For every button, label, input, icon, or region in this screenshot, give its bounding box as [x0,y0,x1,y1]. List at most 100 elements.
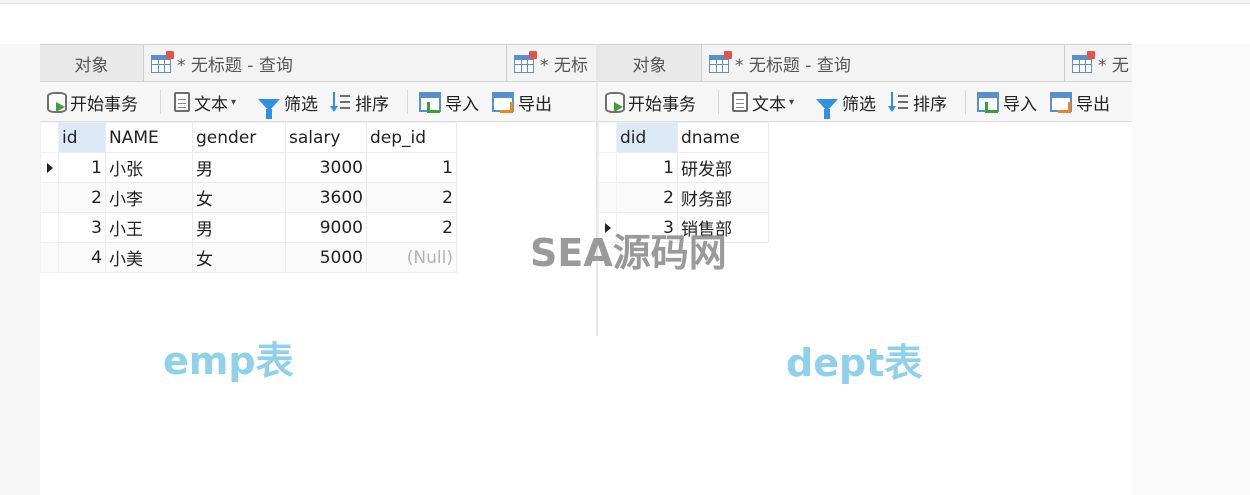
emp-toolbar: 开始事务 文本 ▾ 筛选 排序 导入 导出 [40,82,596,122]
filter-icon [258,99,280,119]
table-header-row: did dname [598,122,769,153]
export-label: 导出 [518,94,552,115]
export-button[interactable]: 导出 [492,82,552,121]
filter-button[interactable]: 筛选 [816,82,876,121]
dept-tab-query-label: * 无标题 - 查询 [735,56,851,76]
row-indicator[interactable] [40,152,59,183]
table-cell[interactable]: 财务部 [677,182,769,213]
table-cell[interactable]: 1 [366,152,457,183]
begin-transaction-label: 开始事务 [70,94,138,115]
table-cell[interactable]: 5000 [285,242,367,273]
filter-label: 筛选 [842,94,876,115]
export-label: 导出 [1076,94,1110,115]
table-row[interactable]: 2 小李 女 3600 2 [40,182,457,213]
emp-tab-objects[interactable]: 对象 [40,45,144,81]
table-cell[interactable]: 小美 [105,242,193,273]
table-row[interactable]: 2 财务部 [598,182,769,213]
query-table-icon [151,50,174,73]
import-icon [977,92,999,113]
import-button[interactable]: 导入 [419,82,479,121]
dept-table-caption: dept表 [786,341,923,385]
table-cell[interactable]: 9000 [285,212,367,243]
column-header-name[interactable]: NAME [105,122,193,153]
watermark-text: SEA源码网 [530,231,727,275]
table-cell[interactable]: 小张 [105,152,193,183]
table-row[interactable]: 1 小张 男 3000 1 [40,152,457,183]
column-header-dep-id[interactable]: dep_id [366,122,457,153]
table-cell[interactable]: 2 [616,182,678,213]
table-cell[interactable]: 2 [366,182,457,213]
text-view-label: 文本 [194,94,228,115]
table-cell[interactable]: 4 [58,242,106,273]
table-cell[interactable]: 小李 [105,182,193,213]
dept-tab-query-2-label: * 无 [1098,56,1129,76]
dept-toolbar: 开始事务 文本 ▾ 筛选 排序 导入 导出 [598,82,1132,122]
toolbar-divider [965,90,966,114]
toolbar-divider [718,90,719,114]
emp-tab-query[interactable]: * 无标题 - 查询 [145,45,507,81]
dept-tab-objects[interactable]: 对象 [598,45,702,81]
row-indicator[interactable] [598,182,617,213]
table-cell[interactable]: 3 [58,212,106,243]
table-cell[interactable]: 女 [192,242,286,273]
dept-tab-query[interactable]: * 无标题 - 查询 [703,45,1065,81]
table-cell[interactable]: 小王 [105,212,193,243]
emp-tab-query-2[interactable]: * 无标 [508,45,596,81]
column-header-dname[interactable]: dname [677,122,769,153]
import-icon [419,92,441,113]
emp-table-caption: emp表 [163,339,294,383]
chevron-down-icon: ▾ [789,96,795,108]
column-header-gender[interactable]: gender [192,122,286,153]
table-cell[interactable]: 2 [58,182,106,213]
begin-transaction-button[interactable]: 开始事务 [46,82,138,121]
dept-tab-bar: 对象 * 无标题 - 查询 * 无 [598,44,1132,82]
chevron-down-icon: ▾ [231,96,237,108]
dept-tab-query-2[interactable]: * 无 [1066,45,1132,81]
table-cell[interactable]: 2 [366,212,457,243]
top-bar [0,0,1250,4]
column-header-id[interactable]: id [58,122,106,153]
column-header-did[interactable]: did [616,122,678,153]
table-row[interactable]: 3 小王 男 9000 2 [40,212,457,243]
sort-icon [887,90,909,114]
dept-tab-objects-label: 对象 [632,56,667,76]
database-transaction-icon [46,91,67,113]
table-cell[interactable]: 男 [192,212,286,243]
table-cell[interactable]: 研发部 [677,152,769,183]
export-button[interactable]: 导出 [1050,82,1110,121]
emp-tab-query-2-label: * 无标 [540,56,588,76]
row-indicator[interactable] [40,182,59,213]
row-indicator[interactable] [40,242,59,273]
row-indicator[interactable] [40,122,59,153]
left-margin [0,44,40,495]
column-header-salary[interactable]: salary [285,122,367,153]
row-indicator[interactable] [40,212,59,243]
row-indicator[interactable] [598,122,617,153]
export-icon [492,92,514,113]
sort-button[interactable]: 排序 [329,82,389,121]
null-cell[interactable]: (Null) [366,242,457,273]
table-cell[interactable]: 1 [58,152,106,183]
import-label: 导入 [445,94,479,115]
row-indicator[interactable] [598,152,617,183]
table-cell[interactable]: 男 [192,152,286,183]
begin-transaction-button[interactable]: 开始事务 [604,82,696,121]
sort-label: 排序 [913,94,947,115]
table-header-row: id NAME gender salary dep_id [40,122,457,153]
text-view-button[interactable]: 文本 ▾ [174,82,237,121]
document-icon [174,92,190,112]
emp-query-pane: 对象 * 无标题 - 查询 * 无标 开始事务 文本 ▾ 筛选 排序 导入 导出… [40,44,596,344]
sort-button[interactable]: 排序 [887,82,947,121]
text-view-button[interactable]: 文本 ▾ [732,82,795,121]
table-row[interactable]: 1 研发部 [598,152,769,183]
table-cell[interactable]: 3000 [285,152,367,183]
import-button[interactable]: 导入 [977,82,1037,121]
text-view-label: 文本 [752,94,786,115]
table-row[interactable]: 4 小美 女 5000 (Null) [40,242,457,273]
table-cell[interactable]: 3600 [285,182,367,213]
emp-tab-query-label: * 无标题 - 查询 [177,56,293,76]
filter-button[interactable]: 筛选 [258,82,318,121]
emp-tab-objects-label: 对象 [74,56,109,76]
table-cell[interactable]: 女 [192,182,286,213]
table-cell[interactable]: 1 [616,152,678,183]
